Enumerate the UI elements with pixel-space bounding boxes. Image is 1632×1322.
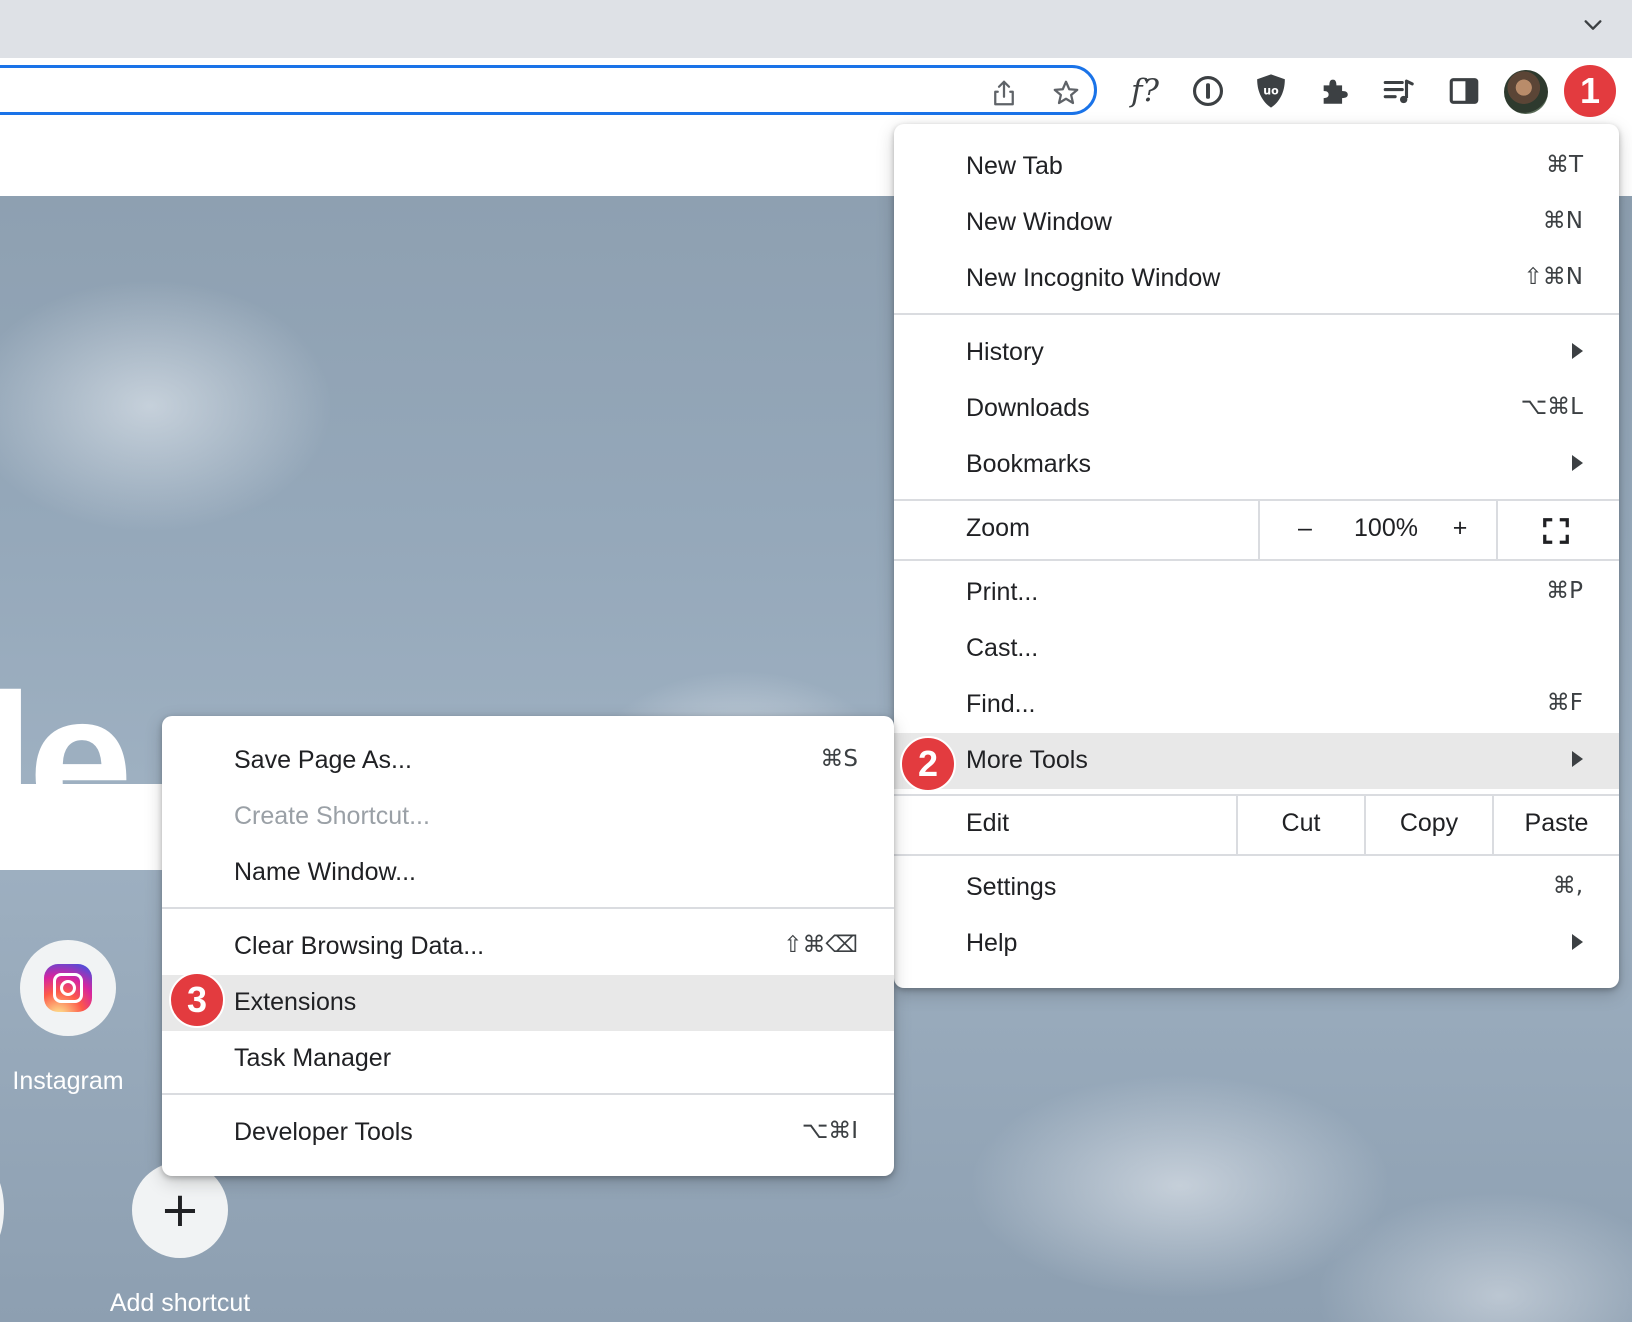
shortcut-tile-instagram[interactable]	[20, 940, 116, 1036]
menu-item-label: New Incognito Window	[966, 264, 1221, 292]
menu-item-label: Settings	[966, 873, 1057, 901]
zoom-level: 100%	[1354, 514, 1418, 542]
menu-item-label: Downloads	[966, 394, 1090, 422]
submenu-item-save-page-as[interactable]: Save Page As... ⌘S	[162, 733, 894, 789]
cut-button[interactable]: Cut	[1238, 809, 1364, 838]
menu-item-bookmarks[interactable]: Bookmarks	[894, 437, 1619, 493]
submenu-arrow-icon	[1572, 455, 1583, 471]
menu-item-label: Bookmarks	[966, 450, 1092, 478]
edit-label: Edit	[966, 809, 1010, 837]
shortcut-tile-partial[interactable]	[0, 1161, 4, 1257]
menu-item-label: Developer Tools	[234, 1118, 413, 1146]
step-badge-3: 3	[169, 972, 225, 1028]
menu-item-cast[interactable]: Cast...	[894, 621, 1619, 677]
share-icon[interactable]	[989, 78, 1019, 108]
menu-divider	[1496, 501, 1498, 559]
step-badge-1: 1	[1562, 63, 1618, 119]
paste-button[interactable]: Paste	[1494, 809, 1619, 838]
menu-item-label: Cast...	[966, 634, 1039, 662]
submenu-arrow-icon	[1572, 751, 1583, 767]
shortcut-hint: ⌘,	[1552, 873, 1583, 899]
copy-button[interactable]: Copy	[1366, 809, 1492, 838]
menu-divider	[894, 854, 1619, 856]
menu-item-label: New Window	[966, 208, 1112, 236]
menu-row-zoom: Zoom – 100% +	[894, 501, 1619, 559]
submenu-item-task-manager[interactable]: Task Manager	[162, 1031, 894, 1087]
profile-avatar[interactable]	[1504, 70, 1548, 114]
submenu-item-extensions[interactable]: Extensions	[162, 975, 894, 1031]
menu-divider	[162, 907, 894, 909]
shortcut-hint: ⇧⌘N	[1523, 264, 1583, 290]
shortcut-hint: ⌘S	[820, 746, 858, 772]
menu-item-new-incognito-window[interactable]: New Incognito Window ⇧⌘N	[894, 251, 1619, 307]
extensions-puzzle-icon[interactable]	[1315, 71, 1355, 111]
submenu-item-create-shortcut: Create Shortcut...	[162, 789, 894, 845]
fx-extension-label: f?	[1130, 73, 1160, 109]
tab-strip	[0, 0, 1632, 58]
menu-item-help[interactable]: Help	[894, 916, 1619, 972]
shortcut-hint: ⌥⌘L	[1520, 394, 1583, 420]
menu-item-settings[interactable]: Settings ⌘,	[894, 860, 1619, 916]
reading-list-icon[interactable]	[1378, 71, 1418, 111]
menu-item-downloads[interactable]: Downloads ⌥⌘L	[894, 381, 1619, 437]
shortcut-hint: ⌘T	[1545, 152, 1583, 178]
menu-item-label: Task Manager	[234, 1044, 392, 1072]
menu-item-find[interactable]: Find... ⌘F	[894, 677, 1619, 733]
shortcut-hint: ⇧⌘⌫	[783, 932, 858, 958]
menu-item-label: Save Page As...	[234, 746, 412, 774]
shortcut-label-instagram: Instagram	[12, 1067, 124, 1095]
menu-item-label: Name Window...	[234, 858, 417, 886]
zoom-in-button[interactable]: +	[1442, 514, 1478, 543]
menu-item-label: More Tools	[966, 746, 1088, 774]
submenu-item-name-window[interactable]: Name Window...	[162, 845, 894, 901]
menu-divider	[1258, 501, 1260, 559]
menu-item-label: Create Shortcut...	[234, 802, 430, 830]
plus-icon: +	[159, 1182, 201, 1238]
onepassword-icon[interactable]	[1188, 71, 1228, 111]
svg-text:uo: uo	[1263, 84, 1279, 97]
submenu-arrow-icon	[1572, 934, 1583, 950]
bookmark-star-icon[interactable]	[1051, 78, 1081, 108]
menu-divider	[894, 313, 1619, 315]
shortcut-hint: ⌥⌘I	[801, 1118, 858, 1144]
menu-item-label: Clear Browsing Data...	[234, 932, 485, 960]
menu-item-label: Help	[966, 929, 1018, 957]
fullscreen-icon[interactable]	[1541, 516, 1571, 546]
ublock-origin-icon[interactable]: uo	[1251, 71, 1291, 111]
menu-row-edit: Edit Cut Copy Paste	[894, 796, 1619, 854]
submenu-arrow-icon	[1572, 343, 1583, 359]
zoom-label: Zoom	[966, 514, 1030, 542]
menu-item-print[interactable]: Print... ⌘P	[894, 565, 1619, 621]
shortcut-hint: ⌘P	[1546, 578, 1583, 604]
shortcut-label-add: Add shortcut	[109, 1289, 251, 1317]
address-bar[interactable]	[0, 65, 1097, 115]
fx-extension-icon[interactable]: f?	[1125, 71, 1165, 111]
submenu-item-clear-browsing-data[interactable]: Clear Browsing Data... ⇧⌘⌫	[162, 919, 894, 975]
menu-item-history[interactable]: History	[894, 325, 1619, 381]
step-badge-2: 2	[900, 736, 956, 792]
shortcut-hint: ⌘N	[1542, 208, 1583, 234]
menu-divider	[162, 1093, 894, 1095]
menu-item-new-tab[interactable]: New Tab ⌘T	[894, 139, 1619, 195]
shortcut-hint: ⌘F	[1546, 690, 1583, 716]
add-shortcut-button[interactable]: +	[132, 1162, 228, 1258]
browser-toolbar: f? uo	[0, 58, 1632, 128]
menu-item-label: History	[966, 338, 1044, 366]
instagram-icon	[44, 964, 92, 1012]
menu-item-new-window[interactable]: New Window ⌘N	[894, 195, 1619, 251]
zoom-out-button[interactable]: –	[1287, 514, 1323, 543]
menu-item-label: New Tab	[966, 152, 1063, 180]
menu-divider	[894, 559, 1619, 561]
side-panel-icon[interactable]	[1444, 71, 1484, 111]
more-tools-submenu: Save Page As... ⌘S Create Shortcut... Na…	[162, 716, 894, 1176]
chrome-main-menu: New Tab ⌘T New Window ⌘N New Incognito W…	[894, 124, 1619, 988]
menu-item-more-tools[interactable]: More Tools	[894, 733, 1619, 789]
submenu-item-developer-tools[interactable]: Developer Tools ⌥⌘I	[162, 1105, 894, 1161]
chevron-down-icon[interactable]	[1582, 14, 1604, 36]
menu-item-label: Extensions	[234, 988, 357, 1016]
menu-item-label: Find...	[966, 690, 1036, 718]
menu-item-label: Print...	[966, 578, 1039, 606]
